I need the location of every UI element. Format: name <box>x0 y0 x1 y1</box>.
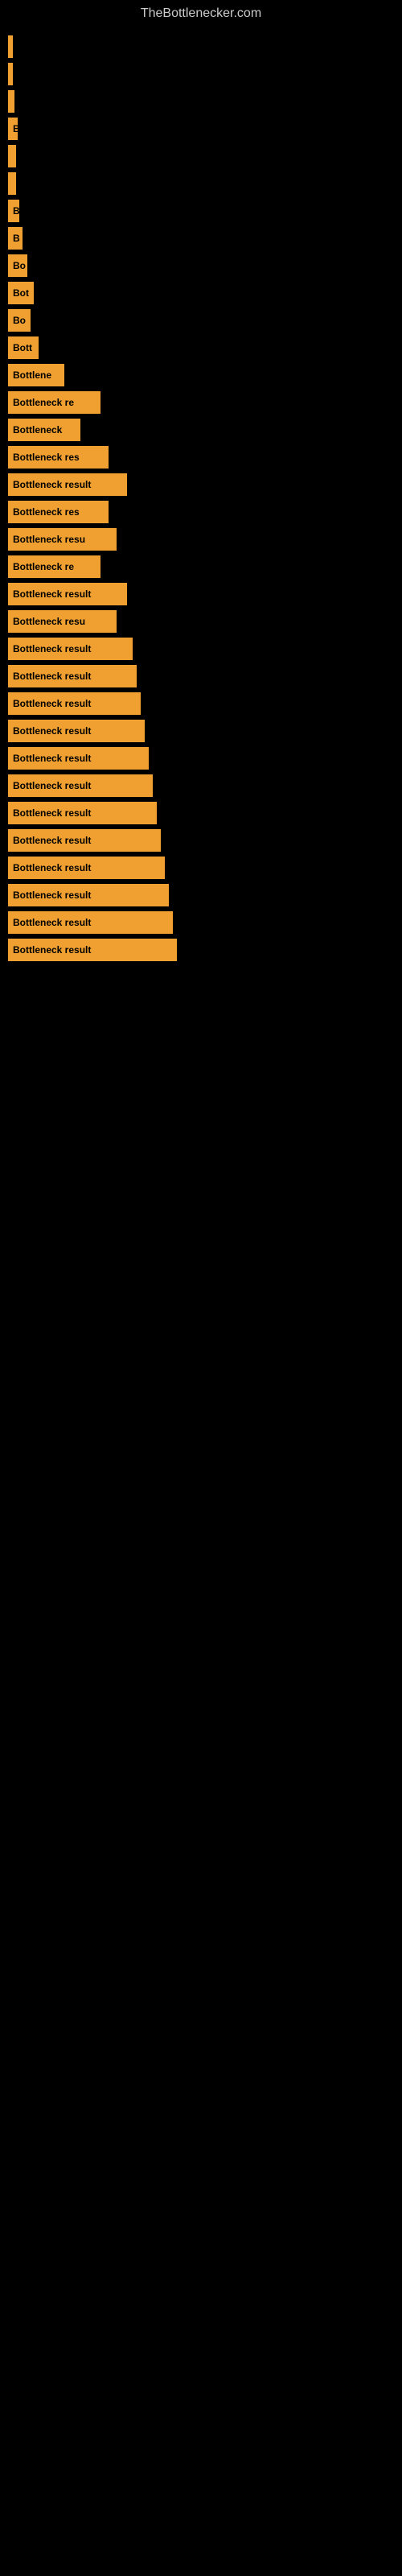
bar-row: Bottleneck result <box>8 884 402 906</box>
bar-item: Bottleneck result <box>8 692 141 715</box>
bar-item: B <box>8 200 19 222</box>
bar-item: Bottleneck result <box>8 802 157 824</box>
bar-item: Bottleneck res <box>8 446 109 469</box>
bar-item: B <box>8 227 23 250</box>
bar-item: Bottleneck result <box>8 829 161 852</box>
bar-item: Bottleneck result <box>8 884 169 906</box>
bar-row: Bottleneck result <box>8 665 402 687</box>
bar-item: Bottleneck result <box>8 774 153 797</box>
bar-row: Bottleneck result <box>8 747 402 770</box>
bar-item: Bo <box>8 254 27 277</box>
bar-row <box>8 90 402 113</box>
bar-item: Bottleneck result <box>8 665 137 687</box>
bar-row <box>8 63 402 85</box>
bar-row: Bo <box>8 309 402 332</box>
bar-row: Bottleneck result <box>8 638 402 660</box>
bar-row: Bottleneck res <box>8 446 402 469</box>
bar-row: Bottlene <box>8 364 402 386</box>
bar-row: Bottleneck result <box>8 939 402 961</box>
bar-row: Bottleneck result <box>8 802 402 824</box>
bar-item: Bo <box>8 309 31 332</box>
bar-row: Bottleneck res <box>8 501 402 523</box>
bar-item <box>8 63 13 85</box>
bar-item: Bottleneck result <box>8 939 177 961</box>
bar-item: Bottleneck <box>8 419 80 441</box>
bar-row: Bottleneck result <box>8 911 402 934</box>
bar-item: Bottlene <box>8 364 64 386</box>
bar-item: Bottleneck res <box>8 501 109 523</box>
bar-item: Bottleneck result <box>8 747 149 770</box>
bar-item: Bottleneck result <box>8 720 145 742</box>
bar-item: B <box>8 118 18 140</box>
bar-row: Bottleneck re <box>8 391 402 414</box>
bar-item <box>8 172 16 195</box>
bar-row <box>8 172 402 195</box>
bar-row: Bottleneck result <box>8 692 402 715</box>
bar-row: B <box>8 200 402 222</box>
bar-row: Bottleneck resu <box>8 528 402 551</box>
bar-row: Bottleneck result <box>8 720 402 742</box>
site-title-container: TheBottlenecker.com <box>0 0 402 27</box>
bar-item: Bot <box>8 282 34 304</box>
bar-row: Bott <box>8 336 402 359</box>
bar-item <box>8 145 16 167</box>
bar-row <box>8 145 402 167</box>
bar-row: Bottleneck result <box>8 857 402 879</box>
bar-item: Bottleneck result <box>8 583 127 605</box>
bar-row: Bottleneck result <box>8 473 402 496</box>
bar-row: Bottleneck result <box>8 829 402 852</box>
bar-item: Bottleneck re <box>8 391 100 414</box>
bar-item: Bott <box>8 336 39 359</box>
bar-item: Bottleneck result <box>8 473 127 496</box>
bar-item: Bottleneck result <box>8 911 173 934</box>
bar-row: Bo <box>8 254 402 277</box>
bar-item: Bottleneck result <box>8 638 133 660</box>
bars-container: BBBBoBotBoBottBottleneBottleneck reBottl… <box>0 27 402 974</box>
bar-row: Bottleneck result <box>8 774 402 797</box>
bar-row: Bottleneck re <box>8 555 402 578</box>
bar-row <box>8 35 402 58</box>
bar-row: Bot <box>8 282 402 304</box>
bar-item <box>8 90 14 113</box>
bar-item: Bottleneck re <box>8 555 100 578</box>
bar-row: Bottleneck resu <box>8 610 402 633</box>
bar-item: Bottleneck result <box>8 857 165 879</box>
bar-item: Bottleneck resu <box>8 528 117 551</box>
bar-item: Bottleneck resu <box>8 610 117 633</box>
bar-row: B <box>8 118 402 140</box>
bar-row: Bottleneck result <box>8 583 402 605</box>
bar-row: Bottleneck <box>8 419 402 441</box>
bar-row: B <box>8 227 402 250</box>
bar-item <box>8 35 13 58</box>
site-title: TheBottlenecker.com <box>0 0 402 27</box>
